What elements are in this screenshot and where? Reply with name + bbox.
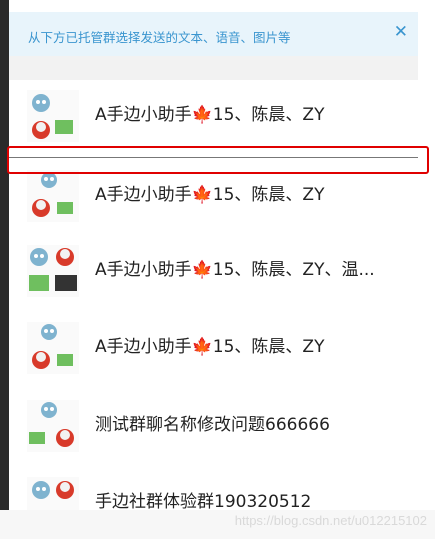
highlight-box — [7, 146, 429, 174]
group-item[interactable]: 测试群聊名称修改问题666666 — [9, 390, 418, 454]
group-item[interactable]: A手边小助手🍁15、陈晨、ZY、温... — [9, 235, 418, 299]
section-gap — [9, 56, 418, 80]
group-avatar — [27, 322, 79, 374]
group-title: A手边小助手🍁15、陈晨、ZY — [95, 337, 325, 357]
group-avatar — [27, 170, 79, 222]
group-avatar — [27, 400, 79, 452]
group-title: 测试群聊名称修改问题666666 — [95, 415, 330, 435]
group-avatar — [27, 90, 79, 142]
watermark: https://blog.csdn.net/u012215102 — [234, 513, 427, 528]
group-title: A手边小助手🍁15、陈晨、ZY — [95, 105, 325, 125]
left-edge-bar — [0, 0, 9, 510]
hint-banner: 从下方已托管群选择发送的文本、语音、图片等 ✕ — [9, 12, 418, 56]
close-icon[interactable]: ✕ — [394, 22, 408, 42]
group-avatar — [27, 245, 79, 297]
group-item[interactable]: A手边小助手🍁15、陈晨、ZY — [9, 312, 418, 376]
banner-text: 从下方已托管群选择发送的文本、语音、图片等 — [28, 30, 291, 45]
group-title: 手边社群体验群190320512 — [95, 492, 312, 512]
group-item[interactable]: A手边小助手🍁15、陈晨、ZY — [9, 80, 418, 144]
group-title: A手边小助手🍁15、陈晨、ZY、温... — [95, 260, 375, 280]
group-title: A手边小助手🍁15、陈晨、ZY — [95, 185, 325, 205]
